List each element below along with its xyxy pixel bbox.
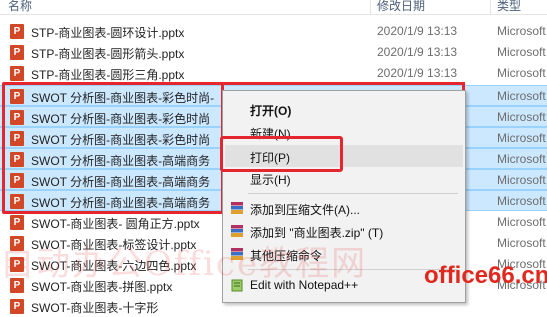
- menu-item-show-label: 显示(H): [250, 173, 291, 187]
- file-date: 2020/1/9 13:13: [377, 24, 458, 38]
- file-type: Microsoft: [497, 215, 546, 229]
- file-type: Microsoft: [497, 131, 546, 145]
- file-row[interactable]: P STP-商业图表-圆环设计.pptx 2020/1/9 13:13 Micr…: [0, 21, 547, 42]
- column-date-header[interactable]: 修改日期: [377, 0, 425, 14]
- file-name: STP-商业图表-圆环设计.pptx: [31, 26, 185, 40]
- file-type: Microsoft: [497, 45, 546, 59]
- watermark-text: 自动办公Office教程网: [0, 244, 368, 284]
- file-type: Microsoft: [497, 194, 546, 208]
- file-type: Microsoft: [497, 152, 546, 166]
- selection-highlight-box: [2, 82, 224, 214]
- column-name-header[interactable]: 名称: [8, 0, 32, 14]
- file-type: Microsoft: [497, 236, 546, 250]
- powerpoint-file-icon: P: [10, 66, 24, 81]
- file-name: SWOT-商业图表- 圆角正方.pptx: [31, 217, 200, 231]
- winrar-archive-icon: [231, 202, 243, 214]
- menu-item-add-archive-label: 添加到压缩文件(A)...: [250, 203, 360, 217]
- file-type: Microsoft: [497, 24, 546, 38]
- file-type: Microsoft: [497, 66, 546, 80]
- watermark-site: office66.cn: [424, 262, 547, 289]
- file-type: Microsoft: [497, 89, 546, 103]
- powerpoint-file-icon: P: [10, 24, 24, 39]
- column-divider[interactable]: [370, 0, 371, 14]
- powerpoint-file-icon: P: [10, 215, 24, 230]
- file-row[interactable]: P STP-商业图表-圆形箭头.pptx 2020/1/9 13:13 Micr…: [0, 42, 547, 63]
- file-type: Microsoft: [497, 173, 546, 187]
- print-highlight-box: [220, 136, 343, 172]
- menu-item-open[interactable]: 打开(O): [225, 98, 463, 120]
- file-name: STP-商业图表-圆形三角.pptx: [31, 68, 185, 82]
- powerpoint-file-icon: P: [10, 45, 24, 60]
- file-row[interactable]: P STP-商业图表-圆形三角.pptx 2020/1/9 13:13 Micr…: [0, 63, 547, 84]
- file-date: 2020/1/9 13:13: [377, 66, 458, 80]
- menu-item-open-label: 打开(O): [250, 104, 292, 118]
- file-type: Microsoft: [497, 110, 546, 124]
- column-type-header[interactable]: 类型: [497, 0, 521, 14]
- menu-separator: [248, 193, 458, 194]
- powerpoint-file-icon: P: [10, 299, 24, 314]
- column-header: 名称 修改日期 类型: [0, 0, 547, 15]
- column-divider[interactable]: [490, 0, 491, 14]
- menu-item-add-archive[interactable]: 添加到压缩文件(A)...: [225, 197, 463, 219]
- file-name: STP-商业图表-圆形箭头.pptx: [31, 47, 185, 61]
- file-name: SWOT-商业图表-十字形: [31, 301, 159, 315]
- file-date: 2020/1/9 13:13: [377, 45, 458, 59]
